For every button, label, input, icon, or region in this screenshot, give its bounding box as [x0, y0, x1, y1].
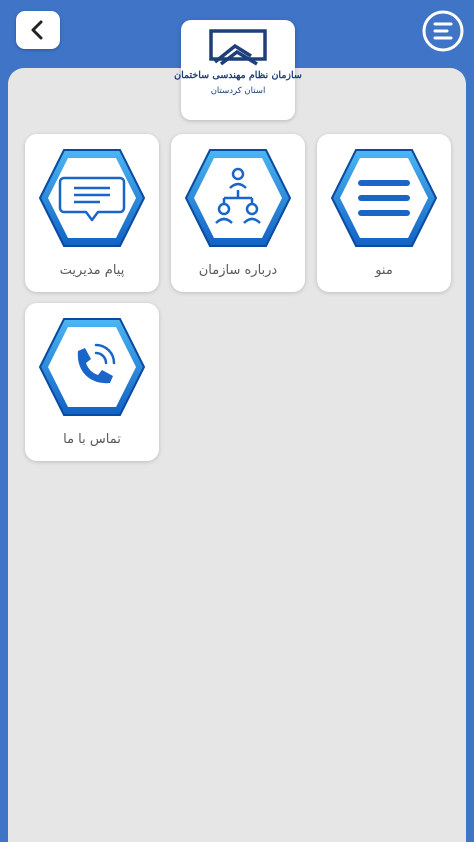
organization-logo: سازمان نظام مهندسی ساختمان استان کردستان: [174, 20, 302, 120]
tile-about-organization[interactable]: درباره سازمان: [171, 134, 305, 292]
logo-title: سازمان نظام مهندسی ساختمان: [174, 70, 302, 81]
tile-management-message-label: پیام مدیریت: [59, 263, 125, 278]
list-lines-icon: [358, 180, 410, 216]
back-button[interactable]: [16, 11, 60, 49]
menu-button[interactable]: [420, 8, 466, 54]
hexagon-badge: [184, 149, 292, 247]
tile-menu[interactable]: منو: [317, 134, 451, 292]
logo-subtitle: استان کردستان: [210, 86, 266, 96]
tile-contact-us-label: تماس با ما: [63, 432, 121, 447]
menu-list-icon: [422, 10, 464, 52]
tile-menu-label: منو: [375, 263, 393, 278]
hexagon-badge: [330, 149, 438, 247]
hexagon-badge: [38, 318, 146, 416]
building-logo-icon: [209, 29, 267, 66]
tile-management-message[interactable]: پیام مدیریت: [25, 134, 159, 292]
hexagon-badge: [38, 149, 146, 247]
chevron-left-icon: [31, 20, 43, 40]
main-panel: منو درباره سازمان پیام مدیریت تماس با ما: [8, 68, 466, 842]
tile-contact-us[interactable]: تماس با ما: [25, 303, 159, 461]
tile-about-organization-label: درباره سازمان: [198, 263, 278, 278]
